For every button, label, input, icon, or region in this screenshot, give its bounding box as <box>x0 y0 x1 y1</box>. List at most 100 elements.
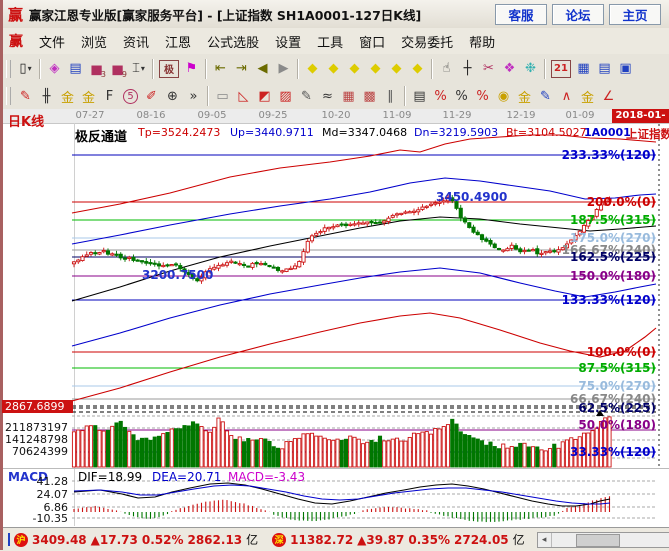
percent-tool-icon: % <box>455 89 467 104</box>
dropdown-caret-icon[interactable]: ▾ <box>141 64 145 73</box>
red-grid-tool-2[interactable]: ▩ <box>359 86 380 107</box>
crosshair-tool[interactable]: ┼ <box>457 58 478 79</box>
gann-grid-tool[interactable]: ▨ <box>275 86 296 107</box>
percent-line-tool[interactable]: % <box>472 86 493 107</box>
first-page-button-icon: ⇤ <box>215 61 226 76</box>
first-page-button[interactable]: ⇤ <box>210 58 231 79</box>
shanghai-turnover-unit: 亿 <box>246 531 258 548</box>
date-tick: 01-09 <box>560 110 600 121</box>
chart-area[interactable] <box>3 109 669 527</box>
diamond-tool-3[interactable]: ◆ <box>344 58 365 79</box>
zigzag-tool-icon: ≈ <box>322 89 333 104</box>
menu-item-帮助[interactable]: 帮助 <box>461 32 503 51</box>
pen-tool-2[interactable]: ✐ <box>141 86 162 107</box>
gann-shape-tool[interactable]: ❖ <box>499 58 520 79</box>
diamond-tool-4[interactable]: ◆ <box>365 58 386 79</box>
box-select-tool[interactable]: ▭ <box>212 86 233 107</box>
shanghai-index-value: 3409.48 <box>32 533 87 547</box>
kline-period-selector-icon: ▯ <box>19 61 26 76</box>
red-grid-tool-1[interactable]: ▦ <box>338 86 359 107</box>
menu-item-浏览[interactable]: 浏览 <box>73 32 115 51</box>
pen-tool-3[interactable]: ✎ <box>296 86 317 107</box>
indicator-bt: Bt=3104.5027 <box>506 126 587 139</box>
menu-item-资讯[interactable]: 资讯 <box>115 32 157 51</box>
menu-item-窗口[interactable]: 窗口 <box>351 32 393 51</box>
network-quote-tool[interactable]: ◈ <box>44 58 65 79</box>
more-tools-button[interactable]: » <box>183 86 204 107</box>
gold-grid-tool-2[interactable]: 金 <box>78 86 99 107</box>
menu-item-公式选股[interactable]: 公式选股 <box>199 32 267 51</box>
scrollbar-thumb[interactable] <box>576 534 620 547</box>
wave-tool[interactable]: ❉ <box>520 58 541 79</box>
gold-grid-tool-1[interactable]: 金 <box>57 86 78 107</box>
menu-item-设置[interactable]: 设置 <box>267 32 309 51</box>
next-page-button[interactable]: ▶ <box>273 58 294 79</box>
indicator-name: 极反通道 <box>75 126 127 145</box>
macd-dif-value: DIF=18.99 <box>78 470 142 484</box>
zigzag-tool[interactable]: ≈ <box>317 86 338 107</box>
gann-frame-tool[interactable]: 极 <box>159 60 179 78</box>
diamond-tool-6[interactable]: ◆ <box>407 58 428 79</box>
wave-a-tool[interactable]: ∧ <box>556 86 577 107</box>
toolbar-grip[interactable] <box>6 60 11 78</box>
dropdown-caret-icon[interactable]: ▾ <box>28 64 32 73</box>
percent-tool[interactable]: % <box>451 86 472 107</box>
horizontal-scrollbar[interactable]: ◂ ▸ <box>537 532 669 548</box>
indicator-md: Md=3347.0468 <box>322 126 407 139</box>
angle-tool[interactable]: ∠ <box>598 86 619 107</box>
chart-3day-tool[interactable]: ▅3 <box>86 58 107 79</box>
last-page-button[interactable]: ⇥ <box>231 58 252 79</box>
candle-style-selector[interactable]: ⌶▾ <box>128 58 149 79</box>
keyboard-icon[interactable] <box>8 533 10 546</box>
title-buttons: 客服论坛主页 <box>495 4 661 25</box>
circle-grid-tool[interactable]: ⊕ <box>162 86 183 107</box>
chart-9day-tool[interactable]: ▅9 <box>107 58 128 79</box>
gann-fan-tool[interactable]: ◺ <box>233 86 254 107</box>
gann-grid-tool-icon: ▨ <box>279 89 291 104</box>
percent-zone-tool[interactable]: % <box>430 86 451 107</box>
gold-line-tool-icon: 金 <box>518 87 531 106</box>
menu-item-江恩[interactable]: 江恩 <box>157 32 199 51</box>
toolbar-grip[interactable] <box>6 87 11 105</box>
gann-box-tool[interactable]: ◩ <box>254 86 275 107</box>
fibonacci-f-tool[interactable]: F <box>99 86 120 107</box>
date-tick: 09-05 <box>192 110 232 121</box>
color-chart-tool[interactable]: ⚑ <box>181 58 202 79</box>
shanghai-change: ▲17.73 <box>91 533 138 547</box>
pen-tool-2-icon: ✐ <box>146 89 157 104</box>
diamond-tool-2[interactable]: ◆ <box>323 58 344 79</box>
menu-item-交易委托[interactable]: 交易委托 <box>393 32 461 51</box>
measure-tool[interactable]: ✂ <box>478 58 499 79</box>
grid-tool[interactable]: ╫ <box>36 86 57 107</box>
save-tool[interactable]: ▣ <box>615 58 636 79</box>
gold-line-tool[interactable]: 金 <box>514 86 535 107</box>
service-button[interactable]: 客服 <box>495 4 547 25</box>
notepad-tool[interactable]: ▤ <box>594 58 615 79</box>
diamond-tool-1[interactable]: ◆ <box>302 58 323 79</box>
draw-pen-tool[interactable]: ✎ <box>15 86 36 107</box>
gold-grid-tool-2-icon: 金 <box>82 87 95 106</box>
diamond-tool-5[interactable]: ◆ <box>386 58 407 79</box>
forum-button[interactable]: 论坛 <box>552 4 604 25</box>
menu-item-文件[interactable]: 文件 <box>31 32 73 51</box>
scroll-left-arrow[interactable]: ◂ <box>538 533 552 547</box>
period-label[interactable]: 日K线 <box>8 111 44 130</box>
menu-item-工具[interactable]: 工具 <box>309 32 351 51</box>
shenzhen-market-icon[interactable]: 深 <box>272 533 286 547</box>
shanghai-market-icon[interactable]: 沪 <box>14 533 28 547</box>
prev-page-button[interactable]: ◀ <box>252 58 273 79</box>
scale-ruler-tool[interactable]: ▤ <box>409 86 430 107</box>
calculator-tool[interactable]: ▦ <box>573 58 594 79</box>
shanghai-change-pct: 0.52% <box>142 533 184 547</box>
home-button[interactable]: 主页 <box>609 4 661 25</box>
info-document-tool[interactable]: ▤ <box>65 58 86 79</box>
spiral-5-tool[interactable]: 5 <box>120 86 141 107</box>
price-level-label: 3200.7500 <box>142 268 213 282</box>
gold-tool-2[interactable]: 金 <box>577 86 598 107</box>
calendar-tool[interactable]: 21 <box>551 60 571 78</box>
gold-circle-tool[interactable]: ◉ <box>493 86 514 107</box>
candle-note-tool[interactable]: ✎ <box>535 86 556 107</box>
hand-tool[interactable]: ☝ <box>436 58 457 79</box>
kline-period-selector[interactable]: ▯▾ <box>15 58 36 79</box>
parallel-lines-tool[interactable]: ∥ <box>380 86 401 107</box>
